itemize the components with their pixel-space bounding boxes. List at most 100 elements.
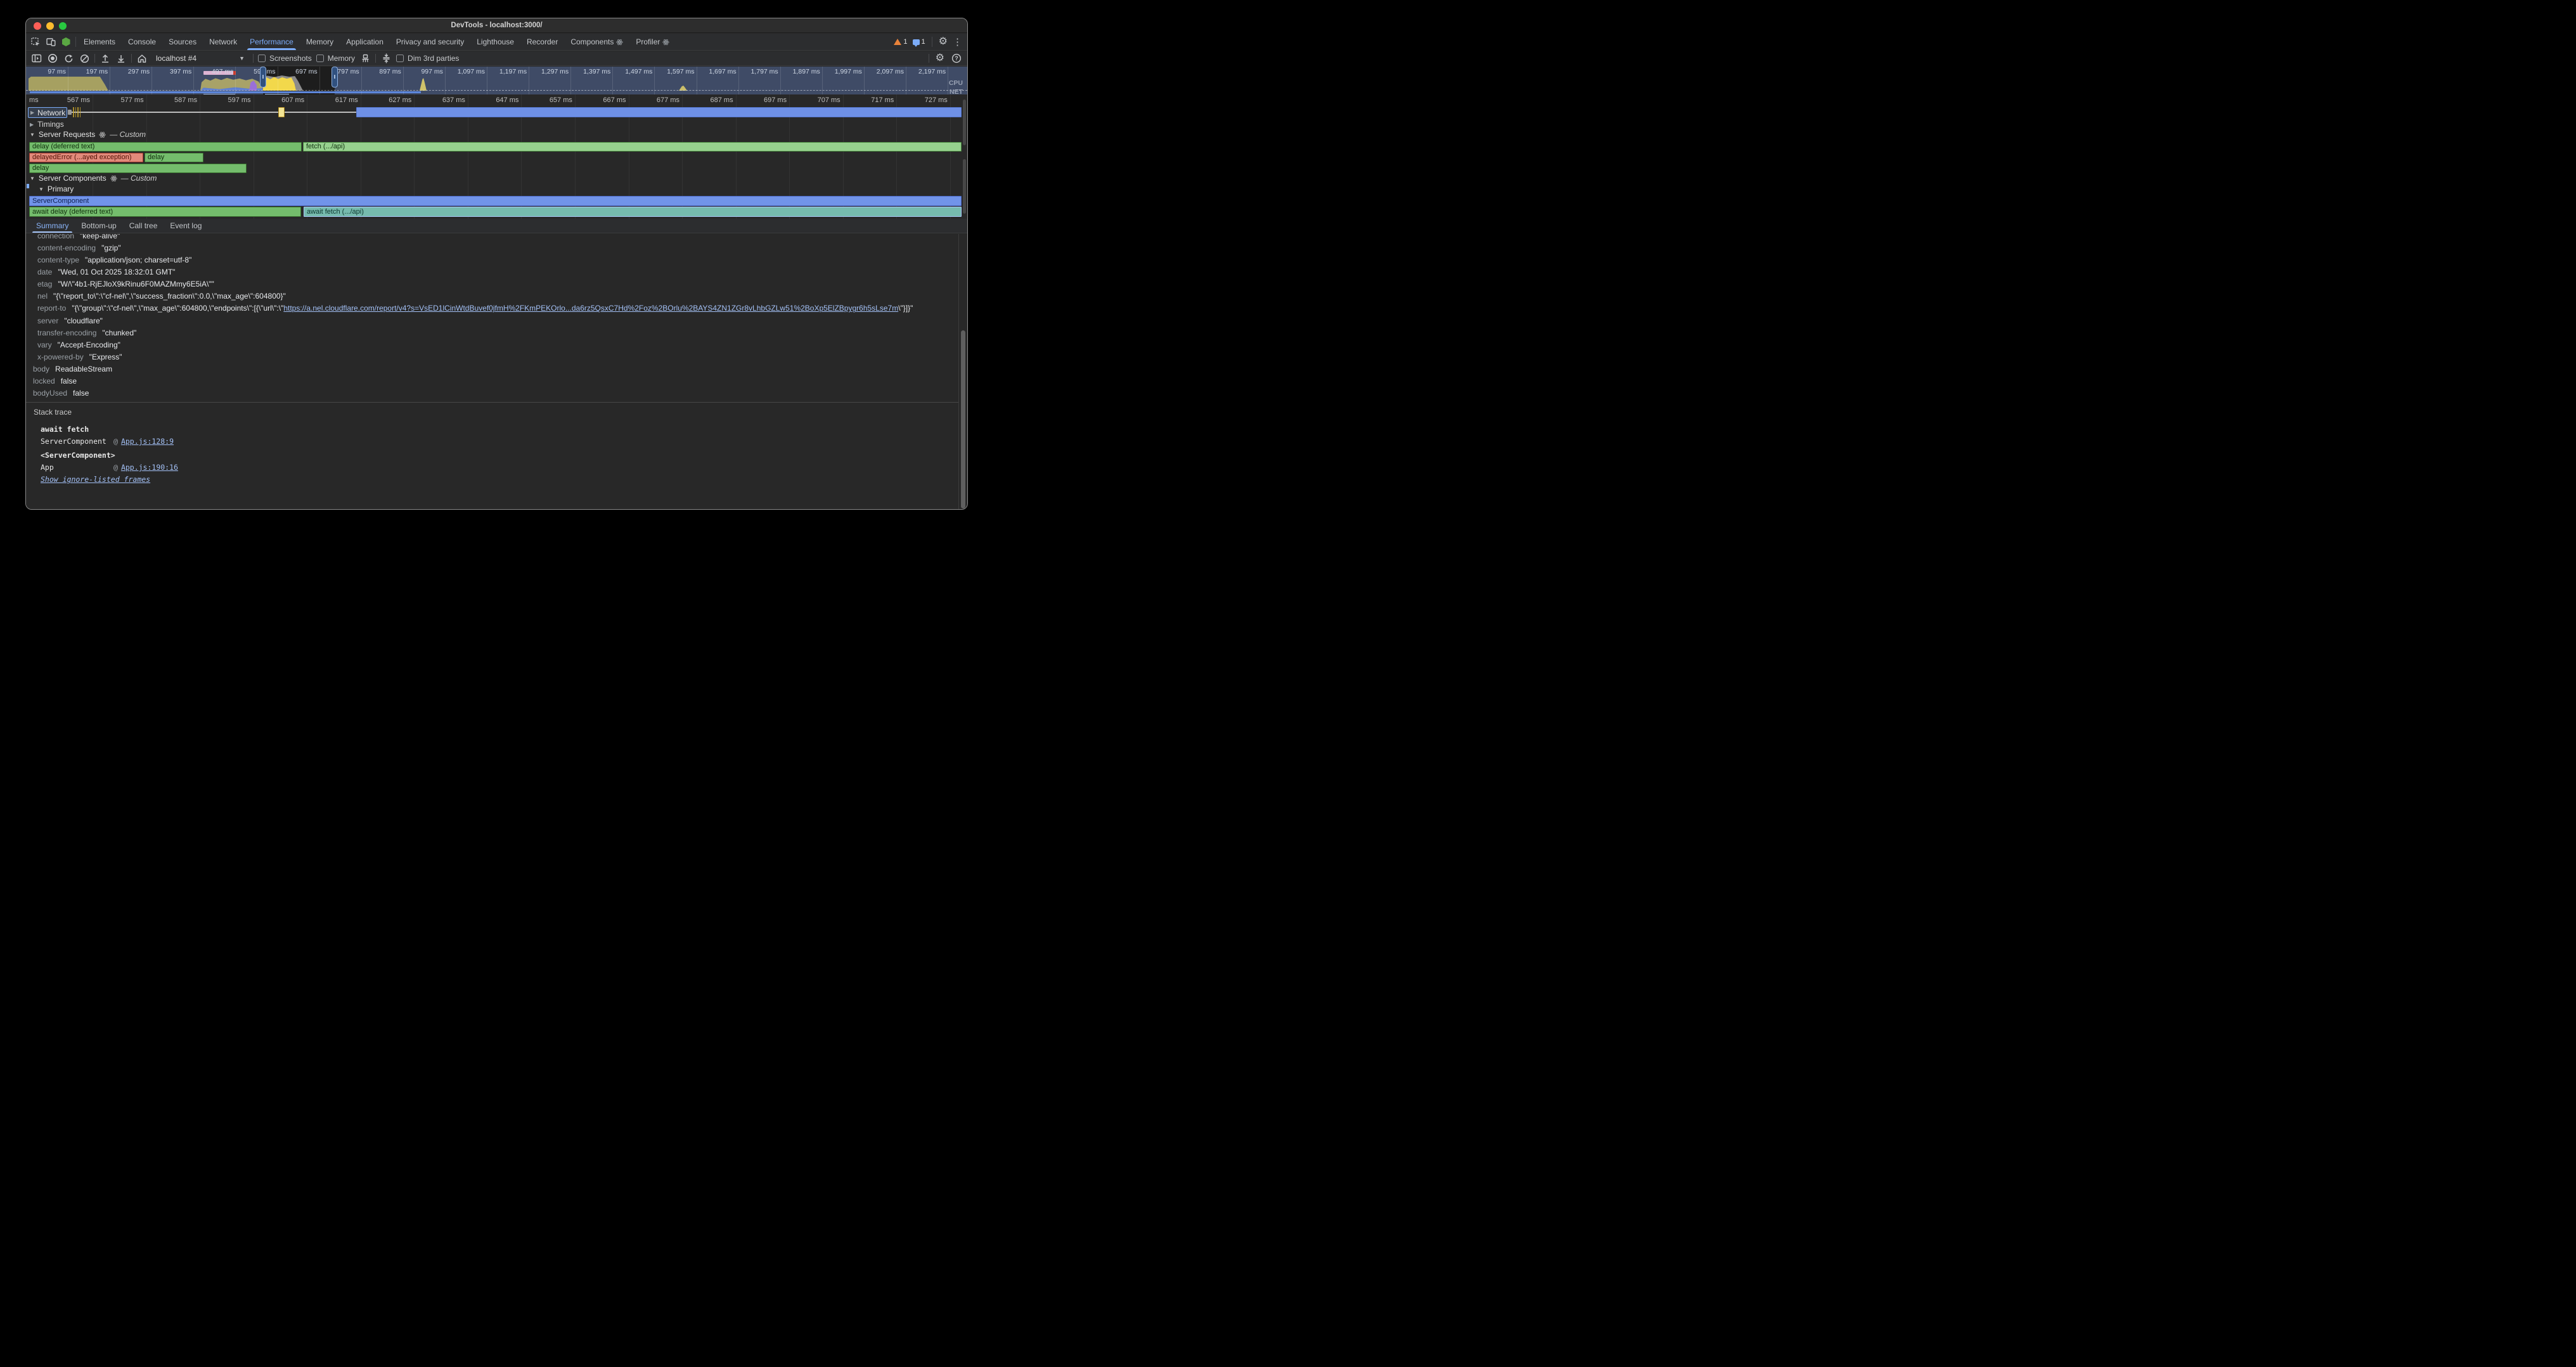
overview-tick [738, 67, 739, 94]
source-location-link[interactable]: App.js:190:16 [121, 463, 178, 472]
history-dropdown[interactable]: localhost #4 ▼ [152, 53, 248, 65]
save-profile-icon[interactable] [115, 53, 127, 64]
atom-icon [616, 39, 623, 46]
nodejs-extension-icon[interactable] [60, 37, 72, 47]
tab-call-tree[interactable]: Call tree [123, 219, 164, 233]
issues-badge[interactable]: 1 [913, 38, 925, 46]
property-value: "Wed, 01 Oct 2025 18:32:01 GMT" [58, 268, 175, 276]
overview-tick [822, 67, 823, 94]
tabbar-left-icons [26, 34, 74, 50]
inspect-element-icon[interactable] [30, 37, 41, 47]
selection-handle-right[interactable]: ‖ [332, 67, 338, 87]
server-request-bar[interactable]: delayedError (...ayed exception) [29, 153, 143, 163]
tab-application[interactable]: Application [340, 34, 390, 50]
overview-tick-label: 2,197 ms [918, 68, 948, 75]
primary-group-header[interactable]: ▼Primary [39, 185, 74, 193]
flame-scrollbar-thumb[interactable] [963, 100, 966, 145]
property-value: "Accept-Encoding" [58, 340, 120, 349]
stack-frame-function: App [41, 463, 113, 472]
tab-label: Application [346, 37, 383, 46]
tab-bottom-up[interactable]: Bottom-up [75, 219, 122, 233]
track-network-header[interactable]: ▶Network [28, 107, 67, 118]
tab-lighthouse[interactable]: Lighthouse [470, 34, 520, 50]
main-tabbar: ElementsConsoleSourcesNetworkPerformance… [26, 34, 967, 51]
load-profile-icon[interactable] [100, 53, 111, 64]
titlebar: DevTools - localhost:3000/ [26, 18, 967, 33]
source-location-link[interactable]: App.js:128:9 [121, 437, 174, 446]
server-component-bar[interactable]: await fetch (.../api) [304, 207, 962, 217]
atom-icon [662, 39, 669, 46]
tab-performance[interactable]: Performance [243, 34, 300, 50]
toolbar-separator-2 [131, 54, 132, 63]
network-request-bar[interactable] [356, 107, 962, 117]
overview-tick-label: 1,597 ms [667, 68, 696, 75]
ruler-tick-label: 577 ms [121, 96, 146, 104]
tabbar-separator [75, 37, 76, 47]
dim-3rd-parties-checkbox[interactable]: Dim 3rd parties [396, 54, 459, 63]
tab-components[interactable]: Components [564, 34, 629, 50]
settings-gear-icon[interactable]: ⚙ [939, 37, 948, 47]
network-request-bar[interactable] [278, 107, 285, 117]
tab-console[interactable]: Console [122, 34, 162, 50]
live-metrics-home-icon[interactable] [136, 53, 148, 64]
server-request-bar[interactable]: delay (deferred text) [29, 142, 302, 152]
kebab-menu-icon[interactable]: ⋮ [953, 37, 962, 47]
tab-event-log[interactable]: Event log [164, 219, 208, 233]
property-key: report-to [37, 304, 66, 313]
overview-tick-label: 1,897 ms [793, 68, 822, 75]
summary-scrollbar-thumb[interactable] [961, 330, 965, 509]
track-timings-header[interactable]: ▶Timings [30, 120, 64, 129]
overview-tick [864, 67, 865, 94]
tab-memory[interactable]: Memory [300, 34, 340, 50]
server-components-header[interactable]: ▼Server Components— Custom [30, 174, 157, 183]
record-button[interactable] [47, 53, 58, 64]
server-request-bar[interactable]: fetch (.../api) [303, 142, 962, 152]
server-component-bar[interactable]: await delay (deferred text) [29, 207, 301, 217]
ruler-tick-label: 617 ms [335, 96, 361, 104]
overview-tick-label: 2,097 ms [877, 68, 906, 75]
overview-tick-label: 1,197 ms [499, 68, 529, 75]
custom-suffix-label: — Custom [121, 174, 157, 183]
help-icon[interactable]: ? [951, 53, 962, 64]
server-request-bar[interactable]: delay [29, 164, 247, 174]
property-value: "gzip" [101, 243, 121, 252]
panel-tabs: ElementsConsoleSourcesNetworkPerformance… [77, 34, 676, 50]
warnings-badge[interactable]: 1 [894, 38, 907, 46]
property-row: nel"{\"report_to\":\"cf-nel\",\"success_… [37, 290, 957, 302]
tab-recorder[interactable]: Recorder [520, 34, 564, 50]
report-url-link[interactable]: https://a.nel.cloudflare.com/report/v4?s… [283, 304, 898, 313]
fit-window-icon[interactable] [380, 53, 392, 64]
ruler-tick-label: 677 ms [657, 96, 682, 104]
clear-icon[interactable] [79, 53, 90, 64]
selection-handle-left[interactable]: ‖ [260, 67, 266, 87]
capture-settings-gear-icon[interactable]: ⚙ [936, 53, 944, 63]
cpu-label: CPU [949, 79, 963, 87]
server-requests-header[interactable]: ▼Server Requests— Custom [30, 130, 146, 139]
atom-icon [110, 175, 117, 182]
device-toolbar-icon[interactable] [45, 37, 56, 47]
tab-elements[interactable]: Elements [77, 34, 122, 50]
primary-group-accent [27, 184, 29, 188]
screenshots-checkbox[interactable]: Screenshots [258, 54, 312, 63]
record-and-reload-icon[interactable] [63, 53, 74, 64]
server-component-bar[interactable]: ServerComponent [29, 196, 962, 206]
toggle-sidebar-icon[interactable] [31, 53, 42, 64]
server-request-bar[interactable]: delay [145, 153, 203, 163]
memory-label: Memory [328, 54, 355, 63]
overview-tick-label: 1,397 ms [583, 68, 612, 75]
flame-scrollbar-thumb[interactable] [963, 159, 966, 214]
tab-summary[interactable]: Summary [30, 219, 75, 233]
stack-frame: await fetch [41, 425, 89, 434]
timeline-overview[interactable]: 97 ms197 ms297 ms397 ms497 ms597 ms697 m… [26, 67, 967, 94]
show-ignore-listed-frames-link[interactable]: Show ignore-listed frames [41, 475, 150, 484]
memory-checkbox[interactable]: Memory [316, 54, 355, 63]
collect-garbage-icon[interactable] [359, 53, 371, 64]
tab-profiler[interactable]: Profiler [629, 34, 676, 50]
tab-network[interactable]: Network [203, 34, 243, 50]
property-value: "keep-alive" [80, 234, 120, 240]
tab-label: Components [570, 37, 614, 46]
property-row: date"Wed, 01 Oct 2025 18:32:01 GMT" [37, 266, 957, 278]
tab-sources[interactable]: Sources [162, 34, 203, 50]
network-track-label: Network [37, 108, 65, 117]
tab-privacy-and-security[interactable]: Privacy and security [390, 34, 470, 50]
